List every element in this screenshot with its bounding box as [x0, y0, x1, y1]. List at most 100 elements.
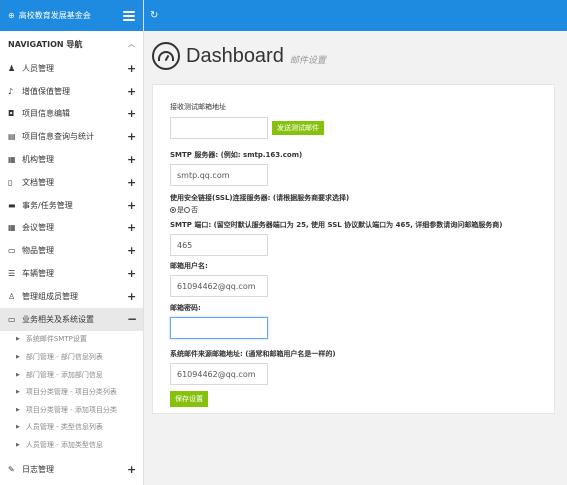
page-title: Dashboard: [186, 44, 284, 67]
plus-icon[interactable]: +: [127, 176, 136, 189]
password-label: 邮箱密码:: [170, 304, 201, 312]
submenu-item-dept-add[interactable]: ▶ 部门管理 - 添加部门信息: [0, 366, 143, 384]
plus-icon[interactable]: +: [127, 244, 136, 257]
smtp-server-label: SMTP 服务器: (例如: smtp.163.com): [170, 151, 303, 159]
caret-right-icon: ▶: [16, 424, 20, 431]
plus-icon[interactable]: +: [127, 463, 136, 476]
plus-icon[interactable]: +: [127, 221, 136, 234]
sidebar-item-label: 文档管理: [22, 177, 54, 187]
submenu-item-dept-list[interactable]: ▶ 部门管理 - 部门信息列表: [0, 348, 143, 366]
top-bar: ↻: [144, 0, 567, 31]
ssl-yes-radio[interactable]: [170, 207, 176, 213]
sidebar-item-label: 业务相关及系统设置: [22, 314, 94, 324]
ssl-no-radio[interactable]: [184, 207, 190, 213]
sidebar-item-project-query[interactable]: ▤ 项目信息查询与统计 +: [0, 125, 143, 148]
page-subtitle: 邮件设置: [289, 55, 326, 66]
chevron-up-icon[interactable]: ︿: [128, 39, 135, 49]
sidebar: ⊕ 高校教育发展基金会 NAVIGATION 导航 ︿ ♟ 人员管理 + ♪ 增…: [0, 0, 144, 485]
sidebar-item-system-settings[interactable]: ▭ 业务相关及系统设置 −: [0, 307, 143, 331]
sidebar-item-tasks[interactable]: ▬ 事务/任务管理 +: [0, 194, 143, 217]
ssl-label: 使用安全链接(SSL)连接服务器: (请根据服务商要求选择): [170, 194, 350, 202]
user-icon: ♟: [8, 63, 16, 73]
caret-right-icon: ▶: [16, 371, 20, 378]
list-icon: ☰: [8, 269, 16, 279]
plus-icon[interactable]: +: [127, 62, 136, 75]
refresh-icon[interactable]: ↻: [150, 10, 158, 21]
plus-icon[interactable]: +: [127, 107, 136, 120]
plus-icon[interactable]: +: [127, 130, 136, 143]
sidebar-item-admin-members[interactable]: ♙ 管理组成员管理 +: [0, 285, 143, 308]
test-email-label: 接收测试邮箱地址: [170, 103, 226, 111]
submenu-item-type-list[interactable]: ▶ 人员管理 - 类型信息列表: [0, 419, 143, 437]
submenu-item-label: 部门管理 - 部门信息列表: [25, 352, 103, 361]
plus-icon[interactable]: +: [127, 290, 136, 303]
monitor-icon: ▭: [8, 246, 16, 256]
plus-icon[interactable]: +: [127, 199, 136, 212]
sidebar-item-label: 车辆管理: [22, 269, 54, 279]
book-icon: ◘: [8, 109, 15, 119]
submenu-item-smtp[interactable]: ▶ 系统邮件SMTP设置: [0, 331, 143, 349]
plus-icon[interactable]: +: [127, 85, 136, 98]
plus-icon[interactable]: +: [127, 153, 136, 166]
user-group-icon: ♙: [8, 291, 16, 301]
sidebar-item-label: 项目信息查询与统计: [22, 132, 94, 142]
plus-icon[interactable]: +: [127, 267, 136, 280]
caret-right-icon: ▶: [16, 389, 20, 396]
submenu-item-label: 项目分类管理 - 添加项目分类: [25, 405, 117, 414]
sidebar-item-label: 会议管理: [22, 223, 54, 233]
sidebar-item-documents[interactable]: ▯ 文档管理 +: [0, 171, 143, 194]
username-label: 邮箱用户名:: [170, 262, 208, 270]
sidebar-item-label: 机构管理: [22, 155, 54, 165]
sidebar-item-goods[interactable]: ▭ 物品管理 +: [0, 239, 143, 262]
minus-icon[interactable]: −: [127, 312, 137, 326]
caret-right-icon: ▶: [16, 406, 20, 413]
briefcase-icon: ▬: [8, 200, 16, 210]
submenu-item-category-add[interactable]: ▶ 项目分类管理 - 添加项目分类: [0, 401, 143, 419]
nav-header-title: NAVIGATION 导航: [8, 39, 83, 49]
caret-right-icon: ▶: [16, 336, 20, 343]
username-input[interactable]: 61094462@qq.com: [170, 275, 268, 297]
sidebar-item-logs[interactable]: ✎ 日志管理 +: [0, 458, 143, 481]
grid-icon: ▦: [8, 223, 16, 233]
sidebar-item-label: 日志管理: [22, 464, 54, 474]
smtp-port-label: SMTP 端口: (留空时默认服务器端口为 25, 使用 SSL 协议默认端口为…: [170, 221, 503, 229]
smtp-port-input[interactable]: 465: [170, 234, 268, 256]
ssl-radio-group: 是 否: [170, 204, 554, 216]
send-test-email-button[interactable]: 发送测试邮件: [272, 121, 324, 135]
sidebar-item-label: 物品管理: [22, 246, 54, 256]
from-address-input[interactable]: 61094462@qq.com: [170, 363, 268, 385]
from-address-label: 系统邮件来源邮箱地址: (通常和邮箱用户名是一样的): [170, 350, 336, 358]
test-email-input[interactable]: [170, 117, 268, 139]
hamburger-menu-icon[interactable]: [123, 10, 135, 21]
grid-icon: ▦: [8, 155, 16, 165]
sidebar-item-label: 事务/任务管理: [22, 200, 73, 210]
chart-icon: ▤: [8, 132, 16, 142]
sidebar-item-label: 增值保值管理: [22, 86, 70, 96]
sidebar-item-value-management[interactable]: ♪ 增值保值管理 +: [0, 80, 143, 103]
submenu-item-type-add[interactable]: ▶ 人员管理 - 添加类型信息: [0, 436, 143, 454]
submenu-item-category-list[interactable]: ▶ 项目分类管理 - 项目分类列表: [0, 383, 143, 401]
caret-right-icon: ▶: [16, 353, 20, 360]
page-header: Dashboard 邮件设置: [144, 31, 567, 81]
submenu-item-label: 部门管理 - 添加部门信息: [25, 370, 103, 379]
caret-right-icon: ▶: [16, 441, 20, 448]
password-input[interactable]: [170, 317, 268, 339]
ssl-no-label: 否: [191, 206, 198, 214]
dashboard-icon: [152, 42, 180, 70]
sidebar-submenu: ▶ 系统邮件SMTP设置 ▶ 部门管理 - 部门信息列表 ▶ 部门管理 - 添加部门信…: [0, 330, 143, 454]
sidebar-item-meetings[interactable]: ▦ 会议管理 +: [0, 217, 143, 240]
submenu-item-label: 人员管理 - 添加类型信息: [25, 440, 103, 449]
brand-title[interactable]: 高校教育发展基金会: [19, 10, 123, 21]
sidebar-item-organization[interactable]: ▦ 机构管理 +: [0, 148, 143, 171]
sidebar-item-vehicles[interactable]: ☰ 车辆管理 +: [0, 262, 143, 285]
document-icon: ▯: [8, 177, 13, 187]
pencil-icon: ✎: [8, 464, 15, 474]
submenu-item-label: 系统邮件SMTP设置: [25, 335, 87, 344]
monitor-icon: ▭: [8, 314, 16, 324]
save-settings-button[interactable]: 保存设置: [170, 391, 208, 407]
sidebar-item-project-edit[interactable]: ◘ 项目信息编辑 +: [0, 103, 143, 126]
smtp-server-input[interactable]: smtp.qq.com: [170, 164, 268, 186]
sidebar-item-label: 管理组成员管理: [22, 291, 78, 301]
brand-logo-icon: ⊕: [8, 11, 15, 20]
sidebar-item-personnel[interactable]: ♟ 人员管理 +: [0, 57, 143, 80]
